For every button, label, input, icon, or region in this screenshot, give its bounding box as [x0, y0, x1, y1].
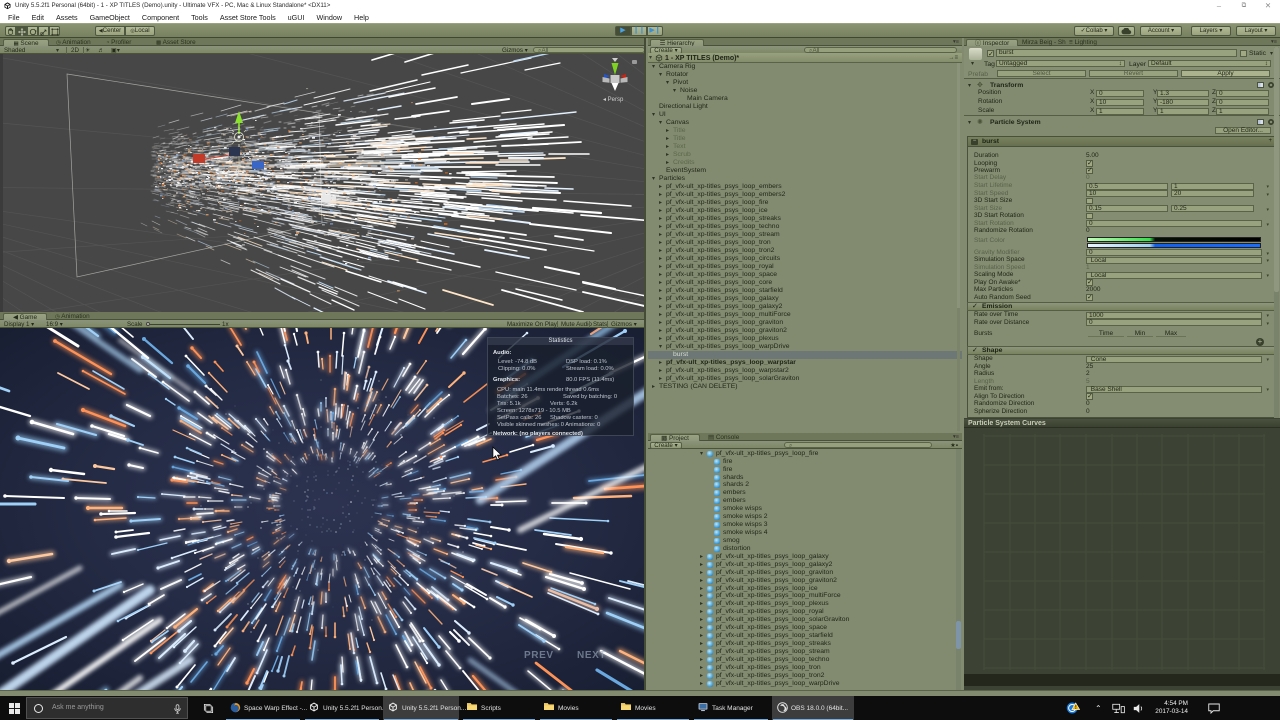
- svg-text:◂ Persp: ◂ Persp: [603, 97, 624, 103]
